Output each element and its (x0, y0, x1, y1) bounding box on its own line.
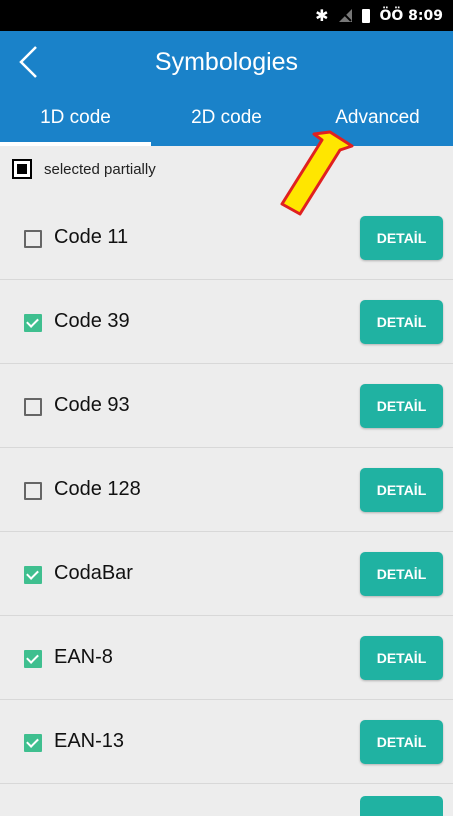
detail-button[interactable]: DETAİL (360, 216, 443, 260)
symbology-checkbox[interactable] (24, 482, 42, 500)
detail-button[interactable]: DETAİL (360, 384, 443, 428)
battery-icon (361, 8, 370, 23)
page-title: Symbologies (154, 48, 299, 76)
symbology-label: Code 11 (54, 226, 129, 248)
app-bar: Symbologies (0, 31, 453, 90)
symbology-label: Code 128 (54, 478, 141, 500)
symbology-list: Code 11 DETAİL Code 39 DETAİL Code 93 DE… (0, 196, 453, 784)
indeterminate-mark (17, 164, 27, 174)
detail-button[interactable]: DETAİL (360, 636, 443, 680)
symbology-label: EAN-8 (54, 646, 113, 668)
annotation-arrow-icon (280, 130, 354, 216)
symbology-label: EAN-13 (54, 730, 125, 752)
select-all-row[interactable]: selected partially (12, 156, 156, 182)
detail-button[interactable]: DETAİL (360, 720, 443, 764)
select-all-checkbox[interactable] (12, 159, 32, 179)
list-item: Code 93 DETAİL (0, 364, 453, 448)
detail-button[interactable]: DETAİL (360, 468, 443, 512)
symbology-checkbox[interactable] (24, 650, 42, 668)
list-item: Code 39 DETAİL (0, 280, 453, 364)
symbology-label: Code 93 (54, 394, 130, 416)
list-item: EAN-13 DETAİL (0, 700, 453, 784)
select-all-label: selected partially (44, 160, 156, 178)
status-time: ÖÖ 8:09 (379, 7, 444, 24)
list-item: Code 128 DETAİL (0, 448, 453, 532)
tab-bar: 1D code 2D code Advanced (0, 90, 453, 146)
tab-1d-code[interactable]: 1D code (0, 90, 151, 146)
symbology-checkbox[interactable] (24, 230, 42, 248)
next-detail-button-partial[interactable] (360, 796, 443, 816)
bluetooth-icon: ✱ (315, 6, 329, 25)
symbology-label: CodaBar (54, 562, 133, 584)
symbology-label: Code 39 (54, 310, 130, 332)
list-item: EAN-8 DETAİL (0, 616, 453, 700)
status-bar: ✱ ÖÖ 8:09 (0, 0, 453, 31)
detail-button[interactable]: DETAİL (360, 300, 443, 344)
symbology-checkbox[interactable] (24, 314, 42, 332)
detail-button[interactable]: DETAİL (360, 552, 443, 596)
symbology-checkbox[interactable] (24, 566, 42, 584)
list-item: Code 11 DETAİL (0, 196, 453, 280)
list-item: CodaBar DETAİL (0, 532, 453, 616)
no-signal-icon (338, 9, 352, 22)
symbology-checkbox[interactable] (24, 398, 42, 416)
symbology-checkbox[interactable] (24, 734, 42, 752)
